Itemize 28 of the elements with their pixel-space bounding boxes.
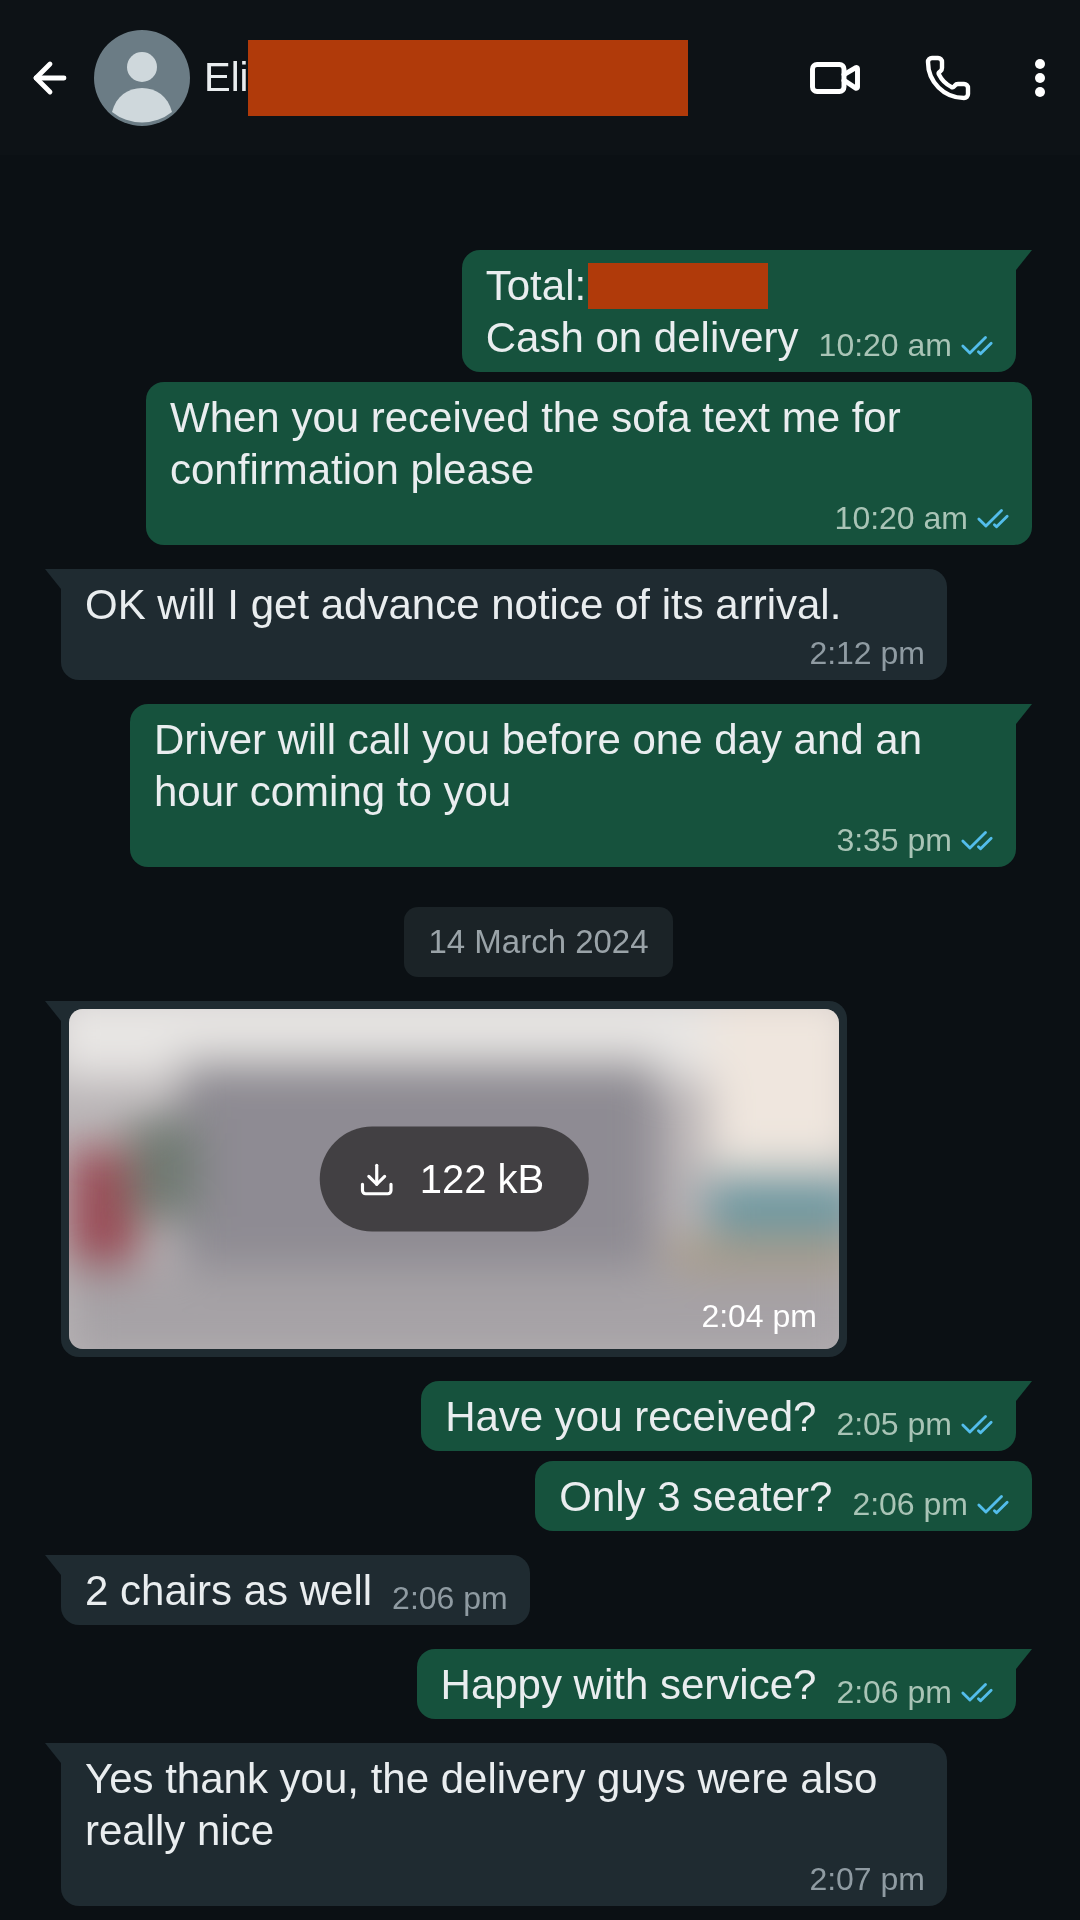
message-time: 10:20 am bbox=[834, 500, 968, 537]
message-text: 2 chairs as well bbox=[85, 1566, 373, 1616]
contact-name[interactable]: Eli bbox=[204, 55, 249, 100]
bubble-tail bbox=[45, 1001, 61, 1021]
download-button[interactable]: 122 kB bbox=[319, 1126, 589, 1232]
message-time: 2:06 pm bbox=[836, 1674, 952, 1711]
message-time: 2:06 pm bbox=[852, 1486, 968, 1523]
message-text: Have you received? bbox=[445, 1392, 817, 1442]
message-text: Driver will call you before one day and an hour coming to you bbox=[154, 715, 924, 817]
phone-icon bbox=[924, 53, 972, 102]
message-text: Happy with service? bbox=[440, 1660, 817, 1710]
message-text: Total: bbox=[485, 261, 587, 311]
message-time: 2:07 pm bbox=[809, 1861, 925, 1898]
message-time: 2:05 pm bbox=[836, 1406, 952, 1443]
date-label: 14 March 2024 bbox=[404, 907, 673, 977]
message-text: When you received the sofa text me for confirmation please bbox=[170, 393, 902, 495]
message-time: 3:35 pm bbox=[836, 822, 952, 859]
message-text: Cash on delivery bbox=[485, 313, 799, 363]
menu-icon bbox=[1034, 57, 1046, 98]
message-text: Only 3 seater? bbox=[559, 1472, 833, 1522]
message-time: 2:12 pm bbox=[809, 635, 925, 672]
message-text: OK will I get advance notice of its arrival. bbox=[85, 580, 842, 630]
message-time: 10:20 am bbox=[818, 327, 952, 364]
avatar-icon[interactable] bbox=[94, 29, 190, 126]
message-time: 2:06 pm bbox=[392, 1580, 508, 1617]
image-message[interactable]: 122 kB 2:04 pm bbox=[61, 1001, 847, 1357]
message-time: 2:04 pm bbox=[701, 1298, 817, 1335]
message-text: Yes thank you, the delivery guys were also really nice bbox=[85, 1754, 879, 1856]
